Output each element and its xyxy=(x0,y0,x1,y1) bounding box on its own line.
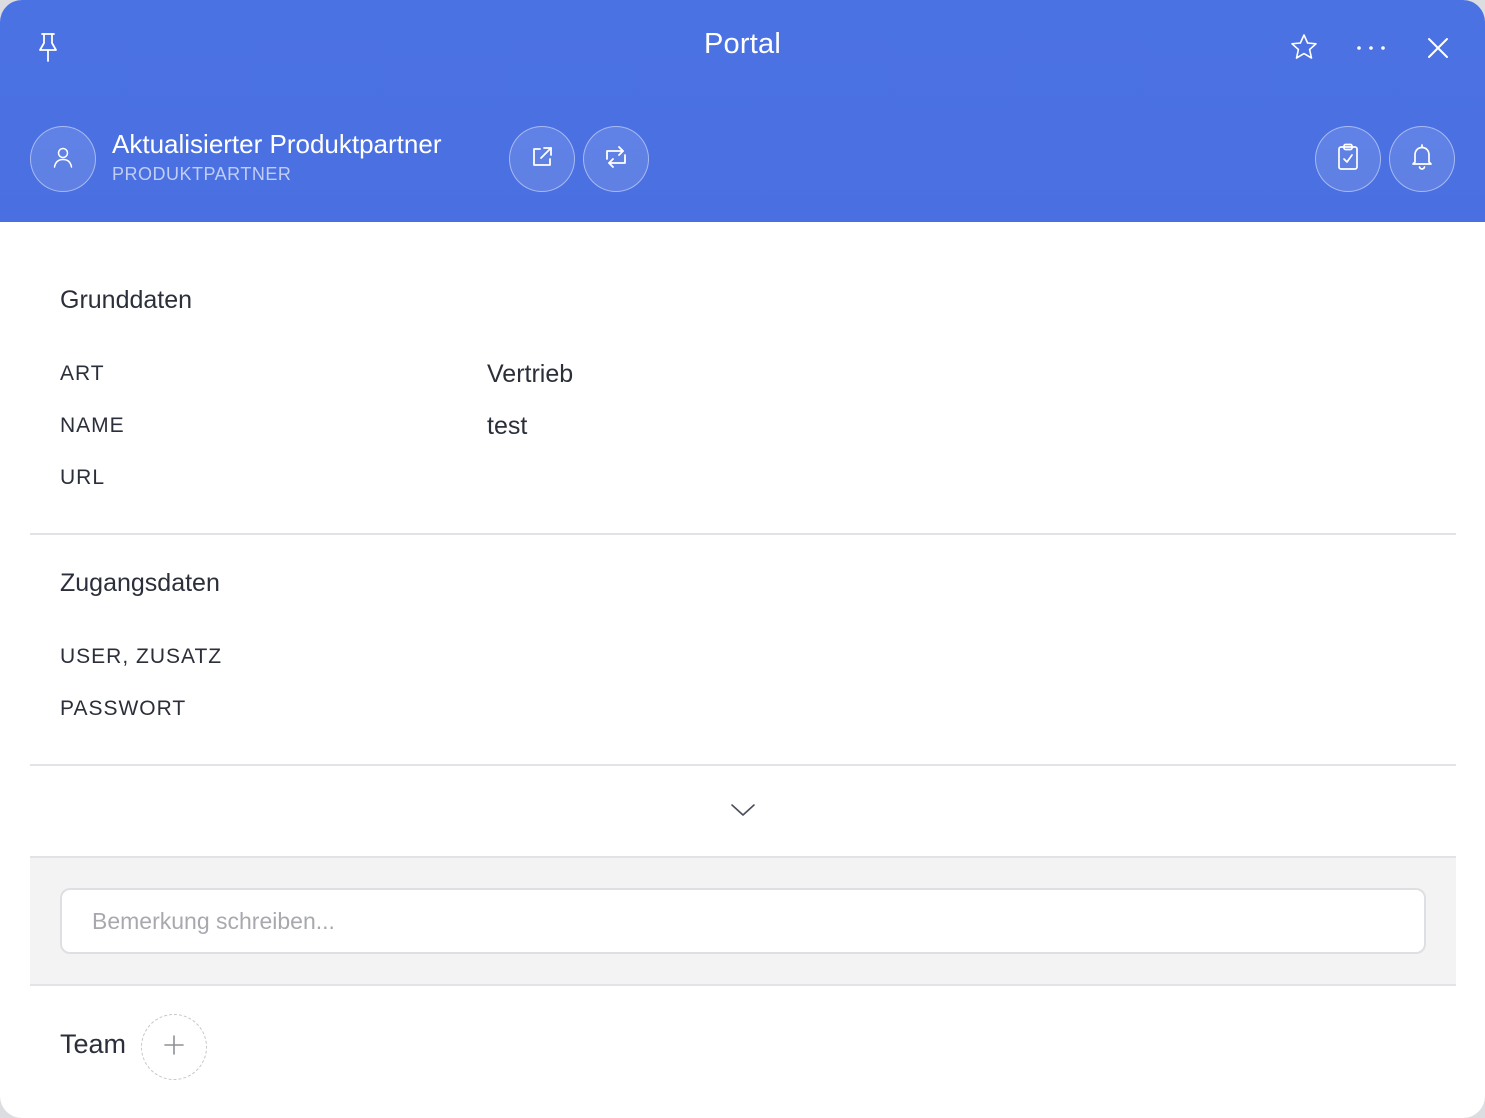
close-icon[interactable] xyxy=(1421,31,1455,65)
chevron-down-icon xyxy=(729,802,757,818)
notifications-button[interactable] xyxy=(1389,126,1455,192)
external-link-icon xyxy=(528,143,556,176)
expand-button[interactable] xyxy=(725,794,761,826)
divider xyxy=(30,533,1456,535)
sync-icon xyxy=(601,142,631,177)
field-label-user: USER, ZUSATZ xyxy=(60,645,223,668)
star-icon[interactable] xyxy=(1287,30,1321,64)
avatar[interactable] xyxy=(30,126,96,192)
sync-button[interactable] xyxy=(583,126,649,192)
field-label-name: NAME xyxy=(60,414,125,437)
comment-area xyxy=(30,856,1456,986)
bell-icon xyxy=(1408,142,1436,177)
user-icon xyxy=(50,144,76,175)
more-icon[interactable] xyxy=(1352,36,1390,60)
field-label-passwort: PASSWORT xyxy=(60,697,187,720)
field-value-name[interactable]: test xyxy=(487,412,527,441)
divider xyxy=(30,764,1456,766)
field-value-art[interactable]: Vertrieb xyxy=(487,360,573,389)
team-label: Team xyxy=(60,1029,127,1059)
window-title: Portal xyxy=(704,28,781,60)
entity-name: Aktualisierter Produktpartner xyxy=(112,129,442,159)
section-title-zugangsdaten: Zugangsdaten xyxy=(60,569,220,597)
entity-type: PRODUKTPARTNER xyxy=(112,164,292,184)
header: Portal Aktualisierter Produktpartner PRO… xyxy=(0,0,1485,222)
plus-icon xyxy=(162,1033,186,1062)
section-title-grunddaten: Grunddaten xyxy=(60,286,193,314)
field-label-url: URL xyxy=(60,466,106,489)
add-team-member-button[interactable] xyxy=(141,1014,207,1080)
field-label-art: ART xyxy=(60,362,105,385)
tasks-button[interactable] xyxy=(1315,126,1381,192)
clipboard-check-icon xyxy=(1335,142,1361,177)
comment-input[interactable] xyxy=(60,888,1426,954)
open-external-button[interactable] xyxy=(509,126,575,192)
portal-window: Portal Aktualisierter Produktpartner PRO… xyxy=(0,0,1485,1118)
